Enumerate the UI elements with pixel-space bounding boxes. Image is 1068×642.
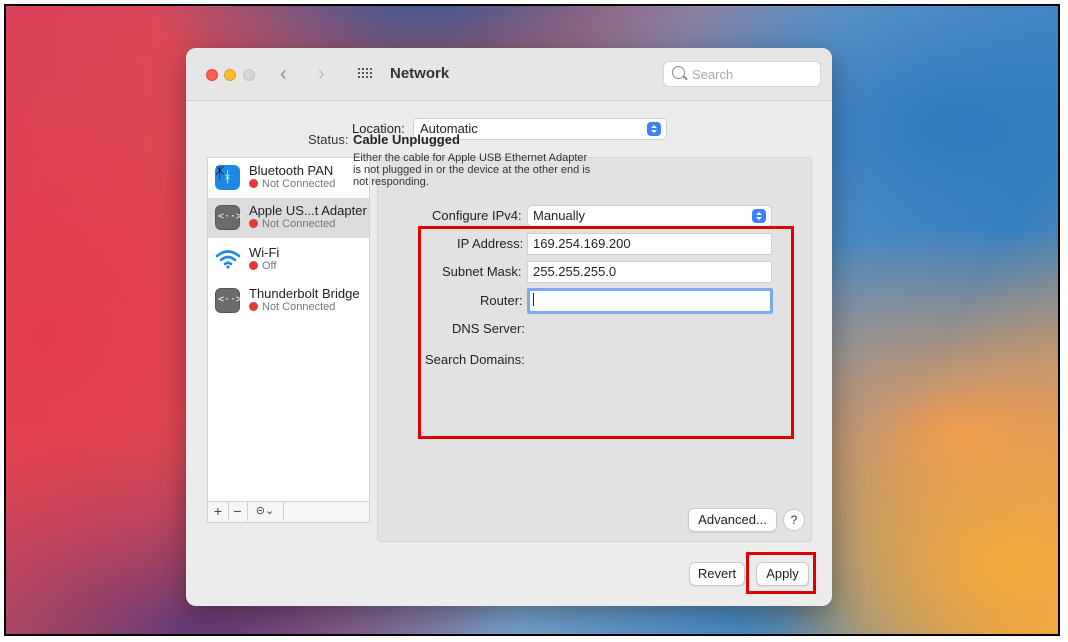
add-service-button[interactable]: + xyxy=(208,502,229,521)
config-highlight-box xyxy=(418,226,794,439)
sidebar-item-status: Off xyxy=(249,260,276,272)
sidebar-item-wifi[interactable]: Wi-Fi Off xyxy=(208,240,369,280)
sidebar-item-status: Not Connected xyxy=(249,301,335,313)
search-field[interactable] xyxy=(663,61,821,87)
minimize-button[interactable] xyxy=(224,69,236,81)
configure-ipv4-label: Configure IPv4: xyxy=(432,208,522,223)
remove-service-button[interactable]: − xyxy=(228,502,248,521)
status-label: Status: xyxy=(308,132,349,147)
sidebar-item-label: Wi-Fi xyxy=(249,245,280,260)
status-value: Cable Unplugged xyxy=(353,132,460,147)
advanced-button[interactable]: Advanced... xyxy=(688,508,777,532)
forward-chevron-icon[interactable]: › xyxy=(318,62,325,86)
ethernet-icon: <··> xyxy=(215,288,242,313)
show-all-grid-icon[interactable] xyxy=(358,68,374,80)
service-list: ᚼ Bluetooth PAN Not Connected <··> Apple… xyxy=(207,157,370,523)
configure-ipv4-select[interactable]: Manually xyxy=(527,205,772,227)
window-title: Network xyxy=(390,65,450,82)
zoom-button[interactable] xyxy=(243,69,255,81)
sidebar-item-thunderbolt-bridge[interactable]: <··> Thunderbolt Bridge Not Connected xyxy=(208,281,369,321)
sidebar-item-status: Not Connected xyxy=(249,218,335,230)
status-dot-icon xyxy=(249,179,258,188)
ethernet-icon: <··> xyxy=(215,205,242,230)
search-input[interactable] xyxy=(692,65,812,83)
wifi-icon xyxy=(215,250,241,269)
close-button[interactable] xyxy=(206,69,218,81)
bluetooth-icon: ᚼ xyxy=(215,165,240,190)
sidebar-item-status: Not Connected xyxy=(249,178,335,190)
title-bar: ‹ › Network xyxy=(186,48,832,101)
select-stepper-icon xyxy=(752,209,766,223)
sidebar-item-apple-usb-adapter[interactable]: <··> Apple US...t Adapter Not Connected xyxy=(208,198,369,238)
select-stepper-icon xyxy=(647,122,661,136)
desktop-background: ‹ › Network Location: Automatic ᚼ Blueto… xyxy=(4,4,1060,636)
status-dot-icon xyxy=(249,261,258,270)
sidebar-item-bluetooth-pan[interactable]: ᚼ Bluetooth PAN Not Connected xyxy=(208,158,369,198)
service-actions-menu-button[interactable]: ⊝⌄ xyxy=(247,502,284,521)
apply-highlight-box xyxy=(746,552,816,594)
sidebar-item-label: Thunderbolt Bridge xyxy=(249,286,360,301)
status-description: Either the cable for Apple USB Ethernet … xyxy=(353,152,591,188)
status-dot-icon xyxy=(249,302,258,311)
status-dot-icon xyxy=(249,219,258,228)
search-icon xyxy=(672,66,685,79)
sidebar-item-label: Apple US...t Adapter xyxy=(249,203,367,218)
sidebar-item-label: Bluetooth PAN xyxy=(249,163,334,178)
service-list-toolbar: + − ⊝⌄ xyxy=(208,501,369,522)
back-chevron-icon[interactable]: ‹ xyxy=(280,62,287,86)
configure-ipv4-value: Manually xyxy=(533,208,586,223)
help-button[interactable]: ? xyxy=(783,509,805,531)
revert-button[interactable]: Revert xyxy=(689,562,745,586)
